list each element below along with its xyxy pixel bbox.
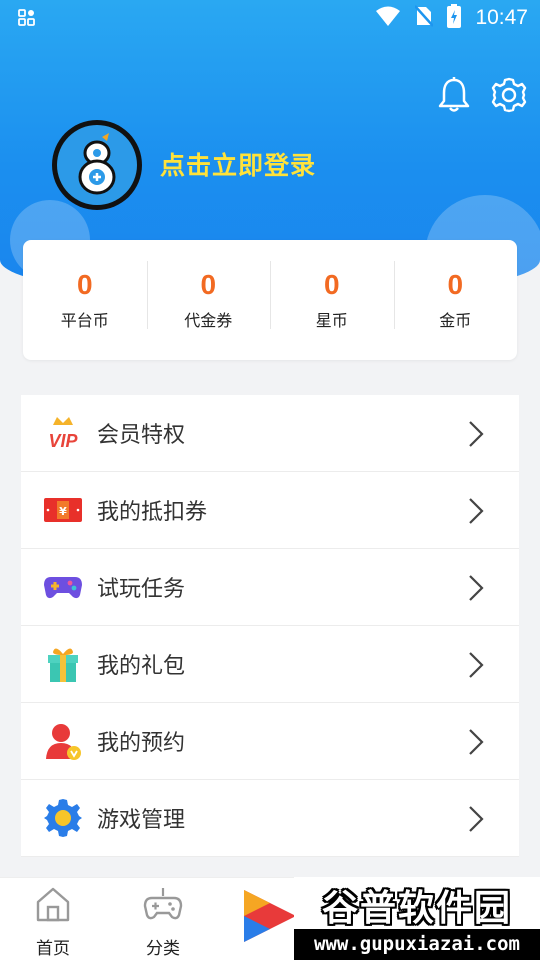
watermark: 谷普软件园 www.gupuxiazai.com (294, 877, 540, 960)
coupon-ticket-icon: ¥ (43, 490, 83, 530)
menu-item-reservations[interactable]: 我的预约 (21, 703, 519, 780)
watermark-title-box: 谷普软件园 (294, 877, 540, 929)
chevron-right-icon (469, 652, 484, 678)
nav-item-home[interactable]: 首页 (18, 884, 88, 959)
svg-text:VIP: VIP (48, 431, 78, 451)
stat-star-coin[interactable]: 0 星币 (270, 261, 394, 331)
stat-label: 金币 (439, 311, 472, 330)
menu-item-label: 我的预约 (97, 731, 186, 756)
gear-icon (43, 798, 83, 838)
chevron-right-icon (469, 575, 484, 601)
clock-time: 10:47 (475, 6, 528, 29)
chevron-right-icon (469, 806, 484, 832)
nav-label: 分类 (146, 939, 180, 959)
settings-gear-icon[interactable] (490, 76, 527, 114)
menu-item-gifts[interactable]: 我的礼包 (21, 626, 519, 703)
vip-crown-icon: VIP (43, 413, 83, 453)
menu-list: VIP 会员特权 ¥ 我的抵扣券 试玩任务 我的礼包 我的预约 游戏管理 (21, 395, 519, 857)
stat-value: 0 (200, 269, 217, 300)
stat-label: 代金券 (184, 311, 233, 330)
wifi-icon (375, 5, 401, 31)
login-prompt[interactable]: 点击立即登录 (160, 146, 316, 182)
menu-item-label: 我的抵扣券 (97, 500, 208, 525)
gamepad-outline-icon (143, 888, 183, 920)
stat-label: 平台币 (60, 311, 109, 330)
stat-value: 0 (76, 269, 93, 300)
menu-item-game-management[interactable]: 游戏管理 (21, 780, 519, 857)
watermark-url: www.gupuxiazai.com (294, 929, 540, 960)
chevron-right-icon (469, 421, 484, 447)
stat-value: 0 (447, 269, 464, 300)
chevron-right-icon (469, 729, 484, 755)
svg-text:¥: ¥ (59, 505, 67, 518)
home-icon (36, 887, 70, 922)
no-sim-icon (414, 4, 435, 32)
reservation-user-icon (43, 721, 83, 761)
app-logo-icon (78, 133, 116, 195)
chevron-right-icon (469, 498, 484, 524)
wallet-stats-card: 0 平台币 0 代金券 0 星币 0 金币 (23, 240, 517, 360)
stat-value: 0 (323, 269, 340, 300)
menu-item-label: 会员特权 (97, 423, 186, 448)
avatar[interactable] (52, 120, 142, 210)
nav-item-category[interactable]: 分类 (128, 884, 198, 959)
stat-gold-coin[interactable]: 0 金币 (393, 261, 518, 331)
stat-label: 星币 (315, 311, 348, 330)
stat-voucher[interactable]: 0 代金券 (146, 261, 271, 331)
battery-charging-icon (447, 4, 462, 32)
gift-box-icon (43, 644, 83, 684)
notification-app-icon (18, 9, 36, 31)
menu-item-label: 游戏管理 (97, 808, 186, 833)
menu-item-vip[interactable]: VIP 会员特权 (21, 395, 519, 472)
menu-item-coupons[interactable]: ¥ 我的抵扣券 (21, 472, 519, 549)
stat-platform-coin[interactable]: 0 平台币 (23, 269, 147, 331)
nav-label: 首页 (36, 939, 70, 959)
status-bar: 10:47 (0, 0, 540, 36)
watermark-title: 谷普软件园 (321, 888, 512, 929)
bell-icon[interactable] (436, 76, 472, 114)
menu-item-trial-tasks[interactable]: 试玩任务 (21, 549, 519, 626)
menu-item-label: 我的礼包 (97, 654, 186, 679)
menu-item-label: 试玩任务 (97, 577, 186, 602)
gamepad-icon (43, 567, 83, 607)
